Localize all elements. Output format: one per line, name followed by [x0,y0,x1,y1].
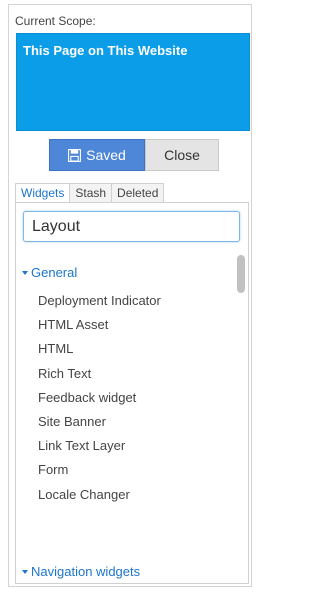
scope-selector[interactable]: This Page on This Website [16,33,250,131]
group-general[interactable]: General [22,265,77,280]
tab-deleted[interactable]: Deleted [111,183,165,203]
widgets-tab-content: General Deployment Indicator HTML Asset … [15,202,249,584]
tab-stash[interactable]: Stash [69,183,113,203]
widget-panel: Current Scope: This Page on This Website… [8,4,252,587]
close-button[interactable]: Close [145,139,219,171]
list-item[interactable]: HTML [16,337,240,361]
group-general-label: General [31,265,78,280]
list-item[interactable]: Rich Text [16,362,240,386]
floppy-disk-icon [68,148,82,162]
list-item[interactable]: Deployment Indicator [16,289,240,313]
caret-down-icon [22,270,28,275]
tab-widgets[interactable]: Widgets [15,183,71,203]
scope-value: This Page on This Website [23,43,188,58]
close-button-label: Close [164,147,200,163]
saved-button-label: Saved [86,147,126,163]
list-item[interactable]: Site Banner [16,410,240,434]
widget-list: Deployment Indicator HTML Asset HTML Ric… [16,289,240,507]
saved-button[interactable]: Saved [49,139,145,171]
list-item[interactable]: Link Text Layer [16,434,240,458]
scope-label: Current Scope: [15,14,96,28]
widget-search-input[interactable] [23,211,240,242]
group-navigation-label: Navigation widgets [31,564,141,579]
list-item[interactable]: Locale Changer [16,483,240,507]
list-item[interactable]: Feedback widget [16,386,240,410]
list-item[interactable]: HTML Asset [16,313,240,337]
scrollbar-thumb[interactable] [237,255,245,293]
caret-down-icon [22,569,28,574]
list-item[interactable]: Form [16,458,240,482]
group-navigation-widgets[interactable]: Navigation widgets [22,564,140,579]
tab-bar: Widgets Stash Deleted [15,183,165,203]
